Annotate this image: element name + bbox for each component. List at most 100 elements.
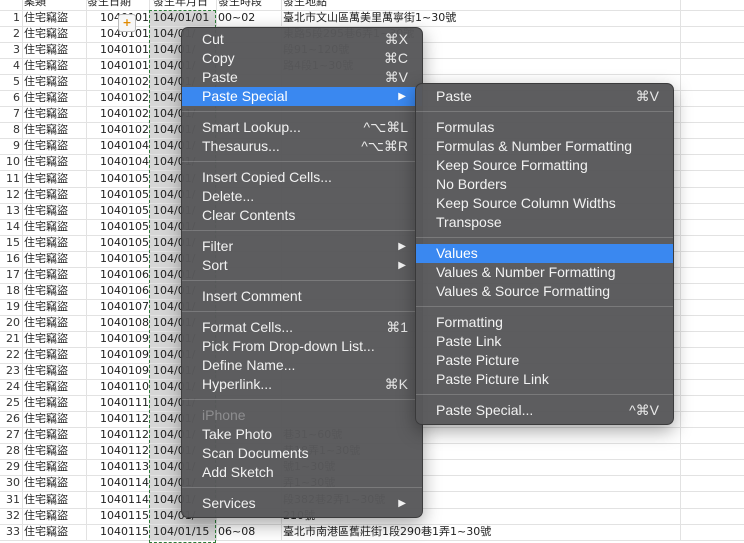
cell-category[interactable]: 住宅竊盜 (24, 379, 86, 395)
paste_special_menu-item-transpose[interactable]: Transpose (416, 213, 673, 232)
context_menu-item-take-photo[interactable]: Take Photo (182, 425, 422, 444)
paste_special_menu-item-keep-source-column-widths[interactable]: Keep Source Column Widths (416, 194, 673, 213)
row-number[interactable]: 24 (0, 379, 20, 395)
context_menu-item-sort[interactable]: Sort ▶ (182, 256, 422, 275)
row-number[interactable]: 17 (0, 267, 20, 283)
cell-category[interactable]: 住宅竊盜 (24, 411, 86, 427)
cell-category[interactable]: 住宅竊盜 (24, 74, 86, 90)
cell-category[interactable]: 住宅竊盜 (24, 90, 86, 106)
cell-category[interactable]: 住宅竊盜 (24, 10, 86, 26)
cell-date[interactable]: 1040104 (87, 138, 149, 154)
row-number[interactable]: 6 (0, 90, 20, 106)
cell-date[interactable]: 1040102 (87, 106, 149, 122)
row-number[interactable]: 13 (0, 203, 20, 219)
cell-date[interactable]: 1040115 (87, 508, 149, 524)
context_menu-item-define-name[interactable]: Define Name... (182, 356, 422, 375)
cell-date[interactable]: 1040108 (87, 315, 149, 331)
row-number[interactable]: 30 (0, 475, 20, 491)
cell-category[interactable]: 住宅竊盜 (24, 138, 86, 154)
cell-time[interactable]: 06~08 (218, 524, 280, 540)
paste_special_menu-item-formulas-number-formatting[interactable]: Formulas & Number Formatting (416, 137, 673, 156)
cell-date[interactable]: 1040101 (87, 42, 149, 58)
row-number[interactable]: 1 (0, 10, 20, 26)
cell-category[interactable]: 住宅竊盜 (24, 524, 86, 540)
row-number[interactable]: 11 (0, 171, 20, 187)
row-number[interactable]: 14 (0, 219, 20, 235)
context_menu-item-insert-copied-cells[interactable]: Insert Copied Cells... (182, 168, 422, 187)
cell-date[interactable]: 1040102 (87, 90, 149, 106)
context_menu-item-format-cells[interactable]: Format Cells... ⌘1 (182, 318, 422, 337)
row-number[interactable]: 33 (0, 524, 20, 540)
paste_special_menu-item-no-borders[interactable]: No Borders (416, 175, 673, 194)
cell-date[interactable]: 1040109 (87, 331, 149, 347)
cell-category[interactable]: 住宅竊盜 (24, 187, 86, 203)
cell-date[interactable]: 1040109 (87, 347, 149, 363)
cell-date[interactable]: 1040112 (87, 443, 149, 459)
cell-date[interactable]: 1040105 (87, 219, 149, 235)
context_menu-item-scan-documents[interactable]: Scan Documents (182, 444, 422, 463)
cell-date[interactable]: 1040112 (87, 411, 149, 427)
row-number[interactable]: 2 (0, 26, 20, 42)
context_menu-item-cut[interactable]: Cut ⌘X (182, 30, 422, 49)
cell-category[interactable]: 住宅竊盜 (24, 427, 86, 443)
row-number[interactable]: 22 (0, 347, 20, 363)
paste_special_menu-item-keep-source-formatting[interactable]: Keep Source Formatting (416, 156, 673, 175)
context_menu-item-copy[interactable]: Copy ⌘C (182, 49, 422, 68)
paste_special_menu-item-formulas[interactable]: Formulas (416, 118, 673, 137)
paste_special_menu-item-paste-special[interactable]: Paste Special... ^⌘V (416, 401, 673, 420)
cell-category[interactable]: 住宅竊盜 (24, 26, 86, 42)
row-number[interactable]: 20 (0, 315, 20, 331)
cell-category[interactable]: 住宅竊盜 (24, 283, 86, 299)
context_menu-item-filter[interactable]: Filter ▶ (182, 237, 422, 256)
row-number[interactable]: 9 (0, 138, 20, 154)
context_menu-item-clear-contents[interactable]: Clear Contents (182, 206, 422, 225)
row-number[interactable]: 15 (0, 235, 20, 251)
row-number[interactable]: 28 (0, 443, 20, 459)
cell-category[interactable]: 住宅竊盜 (24, 42, 86, 58)
cell-category[interactable]: 住宅竊盜 (24, 122, 86, 138)
paste_special_menu-item-paste[interactable]: Paste ⌘V (416, 87, 673, 106)
cell-date[interactable]: 1040113 (87, 459, 149, 475)
row-number[interactable]: 26 (0, 411, 20, 427)
cell-category[interactable]: 住宅竊盜 (24, 154, 86, 170)
header-category[interactable]: 案類 (24, 0, 86, 10)
cell-date[interactable]: 1040104 (87, 154, 149, 170)
paste_special_menu-item-values[interactable]: Values (416, 244, 673, 263)
row-number[interactable]: 12 (0, 187, 20, 203)
cell-date[interactable]: 1040105 (87, 203, 149, 219)
cell-category[interactable]: 住宅竊盜 (24, 315, 86, 331)
cell-date[interactable]: 1040109 (87, 363, 149, 379)
context_menu-item-hyperlink[interactable]: Hyperlink... ⌘K (182, 375, 422, 394)
cell-date[interactable]: 1040106 (87, 283, 149, 299)
cell-category[interactable]: 住宅竊盜 (24, 363, 86, 379)
row-number[interactable]: 32 (0, 508, 20, 524)
context_menu-item-services[interactable]: Services ▶ (182, 494, 422, 513)
paste_special_menu-item-paste-link[interactable]: Paste Link (416, 332, 673, 351)
cell-location[interactable]: 臺北市文山區萬美里萬寧街1~30號 (283, 10, 743, 26)
row-number[interactable]: 23 (0, 363, 20, 379)
cell-category[interactable]: 住宅竊盜 (24, 299, 86, 315)
row-number[interactable]: 3 (0, 42, 20, 58)
row-number[interactable]: 7 (0, 106, 20, 122)
cell-category[interactable]: 住宅竊盜 (24, 443, 86, 459)
row-number[interactable]: 27 (0, 427, 20, 443)
context_menu-item-smart-lookup[interactable]: Smart Lookup... ^⌥⌘L (182, 118, 422, 137)
row-number[interactable]: 25 (0, 395, 20, 411)
cell-category[interactable]: 住宅竊盜 (24, 492, 86, 508)
cell-date[interactable]: 1040114 (87, 492, 149, 508)
cell-category[interactable]: 住宅竊盜 (24, 203, 86, 219)
cell-category[interactable]: 住宅竊盜 (24, 235, 86, 251)
cell-date[interactable]: 1040102 (87, 122, 149, 138)
cell-date[interactable]: 1040110 (87, 379, 149, 395)
cell-category[interactable]: 住宅竊盜 (24, 347, 86, 363)
row-number[interactable]: 8 (0, 122, 20, 138)
row-number[interactable]: 29 (0, 459, 20, 475)
cell-category[interactable]: 住宅竊盜 (24, 171, 86, 187)
cell-time[interactable]: 00~02 (218, 10, 280, 26)
context_menu-item-thesaurus[interactable]: Thesaurus... ^⌥⌘R (182, 137, 422, 156)
header-location[interactable]: 發生地點 (283, 0, 743, 10)
row-number[interactable]: 4 (0, 58, 20, 74)
cell-date[interactable]: 1040112 (87, 427, 149, 443)
cell-category[interactable]: 住宅竊盜 (24, 475, 86, 491)
cell-category[interactable]: 住宅竊盜 (24, 251, 86, 267)
